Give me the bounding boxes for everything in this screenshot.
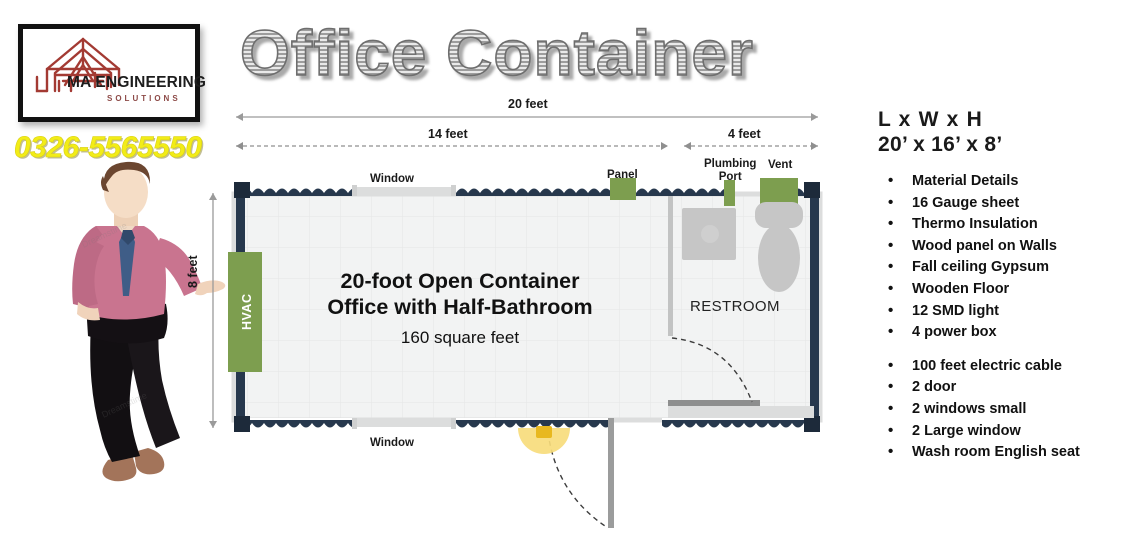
hvac-label: HVAC (240, 293, 254, 331)
spec-item-label: Wash room English seat (912, 444, 1080, 461)
vent-label: Vent (768, 159, 793, 171)
wall-top-right (634, 182, 724, 196)
corner-post-bl (234, 416, 250, 432)
spec-item-label: Fall ceiling Gypsum (912, 259, 1049, 276)
wall-bottom-left (240, 418, 352, 432)
spec-item: • 2 door (878, 377, 1118, 399)
window-top-label: Window (370, 173, 414, 185)
bullet-icon: • (888, 378, 894, 396)
spec-dimension-header: L x W x H (878, 108, 983, 131)
bullet-icon: • (888, 399, 894, 417)
bullet-icon: • (888, 356, 894, 374)
spec-item-label: 100 feet electric cable (912, 357, 1062, 374)
dim-label-14-feet: 14 feet (428, 127, 468, 141)
dim-label-4-feet: 4 feet (728, 127, 761, 141)
spec-item: • 16 Gauge sheet (878, 193, 1118, 215)
plumbing-port-label-line2: Port (718, 171, 742, 183)
bullet-icon: • (888, 172, 894, 190)
dim-label-8-feet: 8 feet (186, 255, 200, 288)
dimension-20-feet (236, 113, 818, 121)
spec-item: • 2 Large window (878, 421, 1118, 443)
spec-item: • Wooden Floor (878, 279, 1118, 301)
spec-item-label: 12 SMD light (912, 302, 1000, 319)
restroom-sill (668, 406, 814, 418)
bullet-icon: • (888, 301, 894, 319)
spec-item-label: Wood panel on Walls (912, 237, 1057, 254)
restroom-threshold (668, 400, 760, 406)
spec-item: • 4 power box (878, 322, 1118, 344)
room-title-line2: Office with Half-Bathroom (327, 295, 593, 319)
corner-post-tr (804, 182, 820, 198)
spec-item: • Fall ceiling Gypsum (878, 257, 1118, 279)
specification-panel: L x W x H 20’ x 16’ x 8’ • Material Detai… (878, 108, 1118, 464)
poster-canvas: MA ENGINEERING SOLUTIONS 0326-5565550 Of… (0, 0, 1124, 539)
spec-item: • Wash room English seat (878, 442, 1118, 464)
spec-item: • 100 feet electric cable (878, 356, 1118, 378)
panel-marker (610, 178, 636, 200)
wall-top-mid (456, 182, 610, 196)
bullet-icon: • (888, 421, 894, 439)
dimension-14-feet (236, 142, 668, 150)
wall-right (810, 186, 819, 424)
bullet-icon: • (888, 215, 894, 233)
bullet-icon: • (888, 323, 894, 341)
restroom-label: RESTROOM (690, 298, 780, 315)
light-fixture (518, 426, 570, 454)
spec-item-label: 2 door (912, 379, 957, 396)
room-area: 160 square feet (400, 328, 520, 347)
room-title: 20-foot Open Container Office with Half-… (270, 268, 650, 320)
wall-top-left (240, 182, 352, 196)
dimension-4-feet (684, 142, 818, 150)
spec-item: • Wood panel on Walls (878, 236, 1118, 258)
panel-label: Panel (607, 169, 638, 181)
spec-item: • Thermo Insulation (878, 214, 1118, 236)
spec-item-label: Wooden Floor (912, 281, 1010, 297)
restroom-partition-wall (668, 196, 673, 336)
specification-list: • Material Details • 16 Gauge sheet • Thermo … (878, 171, 1118, 464)
room-title-line1: 20-foot Open Container (340, 269, 580, 293)
spec-item-label: 4 power box (912, 324, 997, 341)
corner-post-br (804, 416, 820, 432)
spec-item: • 2 windows small (878, 399, 1118, 421)
spec-item: • 12 SMD light (878, 301, 1118, 323)
spec-item-label: 2 Large window (912, 422, 1021, 439)
spec-dimension-value: 20’ x 16’ x 8’ (878, 132, 1003, 156)
wall-bottom-right (662, 418, 814, 432)
dim-label-20-feet: 20 feet (508, 97, 548, 111)
spec-item-label: 2 windows small (912, 400, 1027, 417)
plumbing-port-label-line1: Plumbing (704, 158, 757, 170)
dimension-8-feet (209, 193, 217, 428)
bullet-icon: • (888, 443, 894, 461)
bullet-icon: • (888, 258, 894, 276)
window-bottom-label: Window (370, 437, 414, 449)
vent-marker (760, 178, 798, 204)
bullet-icon: • (888, 236, 894, 254)
spec-item-label: Thermo Insulation (912, 216, 1038, 233)
spec-item-label: 16 Gauge sheet (912, 194, 1020, 211)
spec-item: • Material Details (878, 171, 1118, 193)
bullet-icon: • (888, 280, 894, 297)
plumbing-port-label: Plumbing Port (704, 158, 756, 184)
corner-post-tl (234, 182, 250, 198)
spec-item-label: Material Details (912, 173, 1019, 190)
bullet-icon: • (888, 193, 894, 211)
